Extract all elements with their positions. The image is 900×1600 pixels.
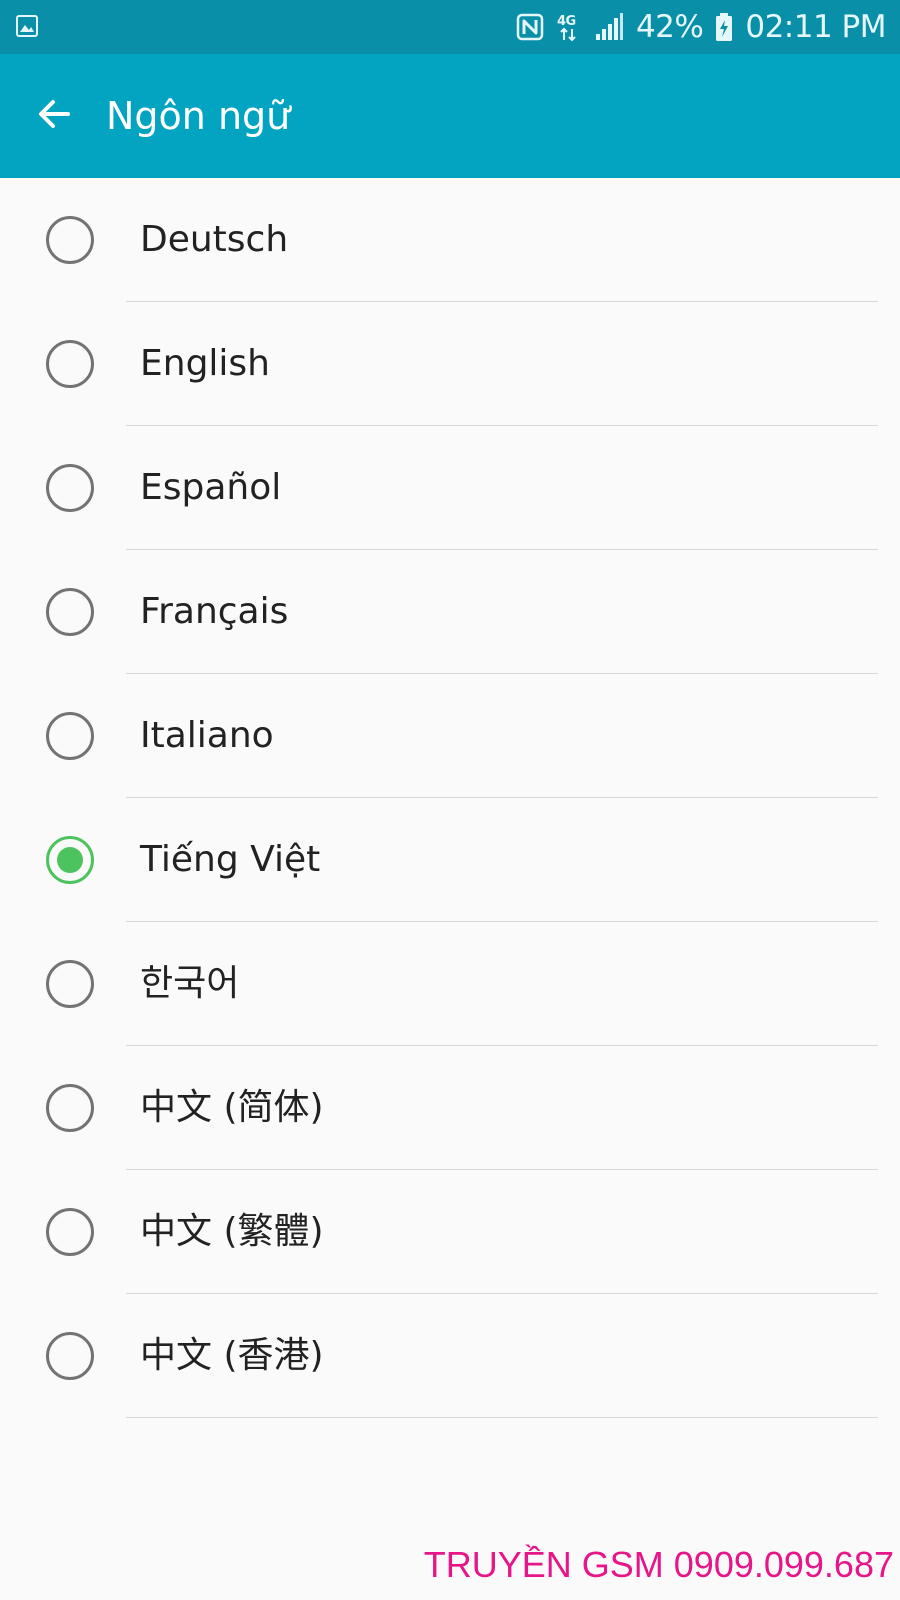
language-label: 中文 (简体): [140, 1087, 324, 1128]
language-label: Español: [140, 467, 282, 508]
language-label: Deutsch: [140, 219, 289, 260]
language-label: 中文 (香港): [140, 1335, 324, 1376]
nfc-icon: [516, 13, 544, 41]
language-option[interactable]: Español: [0, 426, 900, 550]
radio-button[interactable]: [46, 340, 94, 388]
language-label: Italiano: [140, 715, 274, 756]
signal-icon: [594, 12, 624, 42]
app-bar: Ngôn ngữ: [0, 54, 900, 178]
language-option[interactable]: 한국어: [0, 922, 900, 1046]
radio-button-checked[interactable]: [46, 836, 94, 884]
battery-charging-icon: [715, 12, 733, 42]
language-option[interactable]: Italiano: [0, 674, 900, 798]
battery-percent: 42%: [635, 9, 704, 45]
language-option[interactable]: English: [0, 302, 900, 426]
radio-button[interactable]: [46, 960, 94, 1008]
language-list: Deutsch English Español Français Italiano Tiế…: [0, 178, 900, 1418]
language-option[interactable]: 中文 (繁體): [0, 1170, 900, 1294]
language-option[interactable]: 中文 (简体): [0, 1046, 900, 1170]
language-option[interactable]: Deutsch: [0, 178, 900, 302]
back-button[interactable]: [22, 84, 86, 148]
status-time: 02:11 PM: [745, 9, 886, 45]
language-option[interactable]: 中文 (香港): [0, 1294, 900, 1418]
page-title: Ngôn ngữ: [106, 94, 291, 138]
radio-button[interactable]: [46, 1208, 94, 1256]
status-bar: 4G 42% 02:11 PM: [0, 0, 900, 54]
language-option[interactable]: Français: [0, 550, 900, 674]
language-label: English: [140, 343, 270, 384]
language-label: 中文 (繁體): [140, 1211, 324, 1252]
radio-button[interactable]: [46, 712, 94, 760]
network-4g-icon: 4G: [556, 11, 582, 43]
gallery-icon: [16, 15, 38, 37]
language-label: Tiếng Việt: [140, 839, 321, 880]
language-label: Français: [140, 591, 289, 632]
radio-button[interactable]: [46, 1332, 94, 1380]
radio-button[interactable]: [46, 464, 94, 512]
svg-text:4G: 4G: [557, 14, 576, 29]
divider: [126, 1417, 878, 1418]
radio-button[interactable]: [46, 588, 94, 636]
radio-button[interactable]: [46, 1084, 94, 1132]
language-label: 한국어: [140, 963, 240, 1004]
radio-button[interactable]: [46, 216, 94, 264]
watermark-text: TRUYỀN GSM 0909.099.687: [423, 1544, 894, 1585]
arrow-back-icon: [34, 94, 74, 138]
language-option[interactable]: Tiếng Việt: [0, 798, 900, 922]
